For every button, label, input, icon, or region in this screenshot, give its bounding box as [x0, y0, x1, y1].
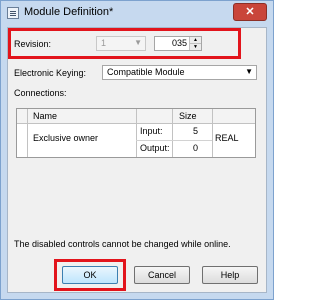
dialog-client-area: Revision: 1 ▼ 035 ▲ ▼ Electronic Keying:… [7, 27, 267, 293]
title-bar[interactable]: Module Definition* ✕ [1, 1, 273, 27]
help-button[interactable]: Help [202, 266, 258, 284]
electronic-keying-label: Electronic Keying: [14, 68, 87, 78]
electronic-keying-select[interactable]: Compatible Module ▼ [102, 65, 257, 80]
column-header-size: Size [179, 111, 197, 121]
window-title: Module Definition* [24, 6, 114, 18]
data-type-value: REAL [215, 133, 239, 143]
module-definition-window: Module Definition* ✕ Revision: 1 ▼ 035 ▲… [0, 0, 274, 300]
grid-divider [212, 109, 213, 157]
grid-divider [136, 109, 137, 157]
revision-highlight-box [8, 28, 241, 59]
online-note: The disabled controls cannot be changed … [14, 239, 231, 249]
input-label: Input: [140, 126, 163, 136]
grid-divider [27, 109, 28, 157]
window-app-icon [7, 7, 19, 19]
grid-row-divider [136, 140, 212, 141]
output-size-value[interactable]: 0 [193, 143, 198, 153]
electronic-keying-value: Compatible Module [107, 67, 185, 77]
cancel-button[interactable]: Cancel [134, 266, 190, 284]
output-label: Output: [140, 143, 170, 153]
connection-name: Exclusive owner [33, 133, 99, 143]
chevron-down-icon: ▼ [245, 67, 253, 76]
connections-label: Connections: [14, 88, 67, 98]
ok-highlight-box [54, 259, 126, 291]
grid-divider [172, 109, 173, 157]
close-button[interactable]: ✕ [233, 3, 267, 21]
connections-grid[interactable]: Name Size Exclusive owner Input: 5 Outpu… [16, 108, 256, 158]
column-header-name: Name [33, 111, 58, 121]
input-size-value[interactable]: 5 [193, 126, 198, 136]
